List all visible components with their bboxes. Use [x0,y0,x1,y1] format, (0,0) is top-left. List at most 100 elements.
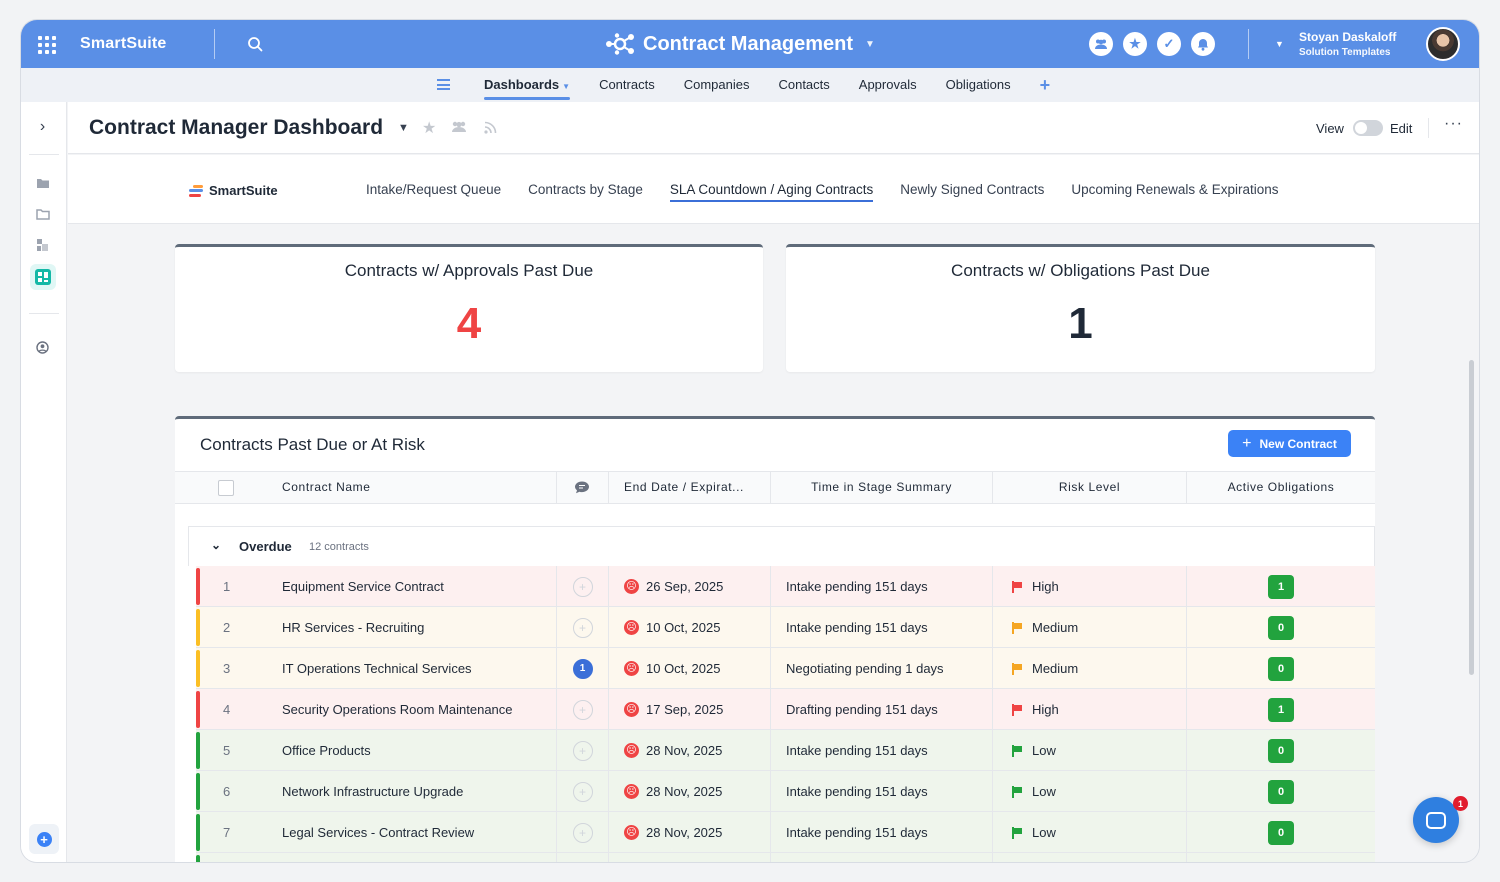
table-row[interactable]: 4 Security Operations Room Maintenance +… [196,689,1375,730]
add-comment-icon[interactable]: + [572,576,593,597]
cell-risk-level[interactable]: Medium [993,607,1187,648]
members-icon[interactable] [450,120,468,138]
cell-comments[interactable]: + [557,853,609,862]
select-all-checkbox[interactable] [218,480,234,496]
more-options-icon[interactable]: ··· [1444,115,1463,133]
nav-item-obligations[interactable]: Obligations [946,68,1011,102]
cell-active-obligations[interactable]: 1 [1187,566,1375,607]
checkmark-icon[interactable]: ✓ [1157,32,1181,56]
table-row[interactable]: 2 HR Services - Recruiting + ☹ 10 Oct, 2… [196,607,1375,648]
tab-newly-signed-contracts[interactable]: Newly Signed Contracts [900,155,1044,224]
cell-time-in-stage[interactable]: Intake pending 151 days [771,730,993,771]
table-row[interactable]: 6 Network Infrastructure Upgrade + ☹ 28 … [196,771,1375,812]
cell-comments[interactable]: 1 [557,648,609,689]
cell-contract-name[interactable]: 3 IT Operations Technical Services [196,648,557,689]
cell-contract-name[interactable]: 4 Security Operations Room Maintenance [196,689,557,730]
cell-comments[interactable]: + [557,607,609,648]
cell-risk-level[interactable]: High [993,566,1187,607]
solution-title[interactable]: Contract Management ▼ [605,32,875,56]
cell-end-date[interactable]: ☹ 28 Nov, 2025 [609,812,771,853]
group-header-overdue[interactable]: ⌄ Overdue 12 contracts [188,526,1375,566]
column-header-time-in-stage[interactable]: Time in Stage Summary [771,472,993,503]
comment-count-badge[interactable]: 1 [572,658,593,679]
table-row[interactable]: 7 Legal Services - Contract Review + ☹ 2… [196,812,1375,853]
rss-feed-icon[interactable] [484,121,497,139]
user-name[interactable]: Stoyan Daskaloff [1299,30,1396,44]
notifications-bell-icon[interactable] [1191,32,1215,56]
cell-comments[interactable]: + [557,771,609,812]
cell-comments[interactable]: + [557,812,609,853]
cell-time-in-stage[interactable]: Intake pending 151 days [771,812,993,853]
cell-risk-level[interactable]: Low [993,853,1187,862]
cell-time-in-stage[interactable]: Intake pending 151 days [771,607,993,648]
add-comment-icon[interactable]: + [572,822,593,843]
cell-active-obligations[interactable]: 0 [1187,812,1375,853]
cell-contract-name[interactable]: 1 Equipment Service Contract [196,566,557,607]
apps-blocks-icon[interactable] [34,236,51,253]
cell-contract-name[interactable]: 8 Security Awareness Campaign Support [196,853,557,862]
members-icon[interactable] [1089,32,1113,56]
cell-active-obligations[interactable]: 0 [1187,853,1375,862]
cell-risk-level[interactable]: Medium [993,648,1187,689]
cell-active-obligations[interactable]: 0 [1187,771,1375,812]
chevron-down-icon[interactable]: ⌄ [211,538,221,552]
add-comment-icon[interactable]: + [572,781,593,802]
table-row[interactable]: 5 Office Products + ☹ 28 Nov, 2025 Intak… [196,730,1375,771]
nav-item-companies[interactable]: Companies [684,68,750,102]
folder-open-icon[interactable] [34,205,51,222]
table-row[interactable]: 1 Equipment Service Contract + ☹ 26 Sep,… [196,566,1375,607]
cell-end-date[interactable]: ☹ 26 Sep, 2025 [609,566,771,607]
cell-risk-level[interactable]: Low [993,730,1187,771]
cell-end-date[interactable]: ☹ 28 Nov, 2025 [609,853,771,862]
cell-active-obligations[interactable]: 0 [1187,730,1375,771]
chevron-down-icon[interactable]: ▼ [865,39,875,50]
cell-comments[interactable]: + [557,689,609,730]
cell-time-in-stage[interactable]: Intake pending 151 days [771,566,993,607]
add-comment-icon[interactable]: + [572,740,593,761]
cell-active-obligations[interactable]: 1 [1187,689,1375,730]
favorites-star-icon[interactable]: ★ [1123,32,1147,56]
cell-contract-name[interactable]: 6 Network Infrastructure Upgrade [196,771,557,812]
cell-active-obligations[interactable]: 0 [1187,648,1375,689]
table-row[interactable]: 8 Security Awareness Campaign Support + … [196,853,1375,862]
column-header-comments[interactable] [557,472,609,503]
add-comment-icon[interactable]: + [572,617,593,638]
column-header-active-obligations[interactable]: Active Obligations [1187,472,1375,503]
cell-time-in-stage[interactable]: Drafting pending 151 days [771,689,993,730]
cell-time-in-stage[interactable]: Intake pending 151 days [771,771,993,812]
chevron-down-icon[interactable]: ▼ [398,122,409,134]
column-header-end-date[interactable]: End Date / Expirat... [609,472,771,503]
metric-card-obligations-past-due[interactable]: Contracts w/ Obligations Past Due 1 [786,244,1375,372]
nav-item-contracts[interactable]: Contracts [599,68,655,102]
menu-icon[interactable] [437,79,450,90]
column-header-contract-name[interactable]: Contract Name [175,472,557,503]
nav-item-approvals[interactable]: Approvals [859,68,917,102]
cell-active-obligations[interactable]: 0 [1187,607,1375,648]
add-comment-icon[interactable]: + [572,699,593,720]
cell-end-date[interactable]: ☹ 28 Nov, 2025 [609,771,771,812]
user-circle-icon[interactable] [34,339,51,356]
expand-sidebar-chevron-icon[interactable]: › [34,118,51,135]
tab-sla-countdown-aging-contracts[interactable]: SLA Countdown / Aging Contracts [669,155,874,224]
nav-item-dashboards[interactable]: Dashboards ▼ [484,68,571,102]
tab-intake-request-queue[interactable]: Intake/Request Queue [366,155,501,224]
cell-end-date[interactable]: ☹ 17 Sep, 2025 [609,689,771,730]
new-contract-button[interactable]: + New Contract [1228,430,1351,457]
folder-icon[interactable] [34,174,51,191]
metric-card-approvals-past-due[interactable]: Contracts w/ Approvals Past Due 4 [175,244,763,372]
search-icon[interactable] [247,36,263,52]
cell-contract-name[interactable]: 5 Office Products [196,730,557,771]
avatar[interactable] [1426,27,1460,61]
chevron-down-icon[interactable]: ▼ [1275,39,1284,49]
add-table-button[interactable]: + [1040,68,1051,102]
cell-comments[interactable]: + [557,730,609,771]
table-row[interactable]: 3 IT Operations Technical Services 1 ☹ 1… [196,648,1375,689]
cell-time-in-stage[interactable]: Negotiating pending 1 days [771,648,993,689]
cell-end-date[interactable]: ☹ 28 Nov, 2025 [609,730,771,771]
cell-risk-level[interactable]: Low [993,771,1187,812]
add-button[interactable]: + [29,824,59,854]
cell-risk-level[interactable]: Low [993,812,1187,853]
cell-time-in-stage[interactable]: Drafting pending 151 days [771,853,993,862]
cell-risk-level[interactable]: High [993,689,1187,730]
cell-contract-name[interactable]: 7 Legal Services - Contract Review [196,812,557,853]
